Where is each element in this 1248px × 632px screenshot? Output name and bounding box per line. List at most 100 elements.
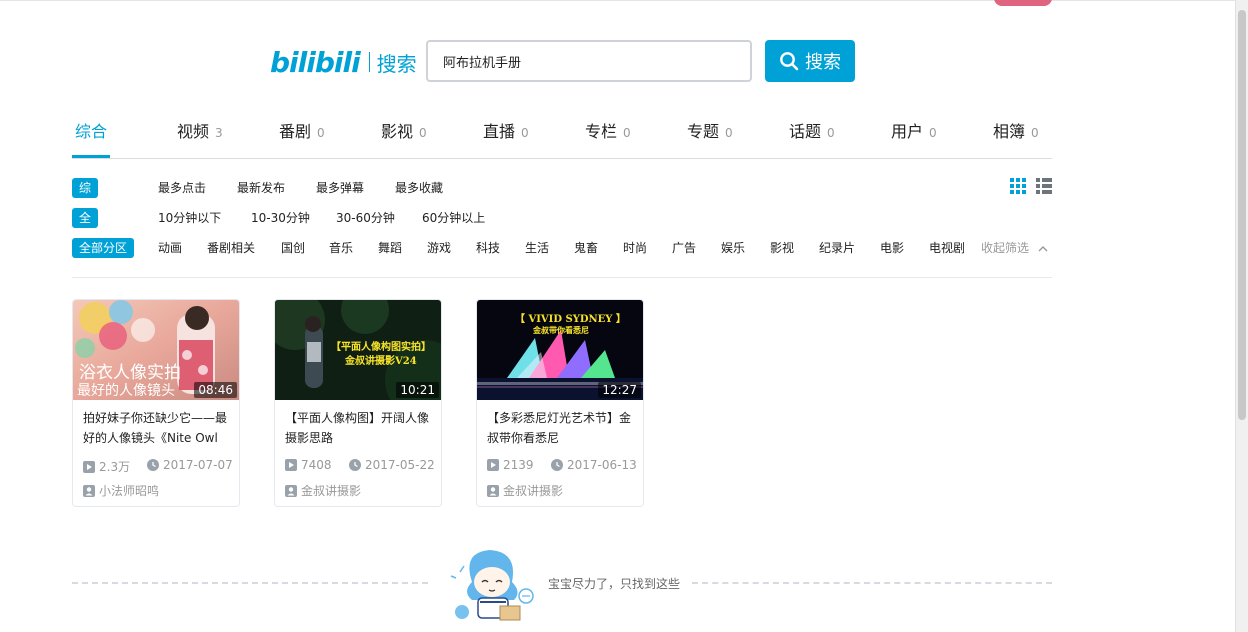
- video-card[interactable]: 浴衣人像实拍 最好的人像镜头 08:46 拍好妹子你还缺少它——最好的人像镜头《…: [72, 299, 240, 507]
- tab-label: 专题: [687, 122, 720, 141]
- filter-option[interactable]: 时尚: [623, 238, 647, 258]
- grid-view-icon[interactable]: [1010, 178, 1026, 194]
- tab-count: 0: [623, 126, 631, 140]
- filter-option[interactable]: 舞蹈: [378, 238, 402, 258]
- filter-option[interactable]: 娱乐: [721, 238, 745, 258]
- tab-label: 影视: [381, 122, 414, 141]
- filter-duration-active[interactable]: 全部时长: [72, 208, 99, 285]
- filter-option[interactable]: 鬼畜: [574, 238, 598, 258]
- tab-album[interactable]: 相簿 0: [993, 118, 1039, 142]
- filter-option[interactable]: 最多弹幕: [316, 178, 364, 198]
- filter-option[interactable]: 番剧相关: [207, 238, 255, 258]
- tab-topic[interactable]: 话题 0: [789, 118, 835, 142]
- filter-option[interactable]: 纪录片: [819, 238, 855, 258]
- logo-text: bilibili: [270, 45, 361, 79]
- tab-video[interactable]: 视频 3: [177, 118, 223, 142]
- filter-option[interactable]: 10-30分钟: [251, 208, 310, 228]
- video-title[interactable]: 【平面人像构图】开阔人像摄影思路: [285, 408, 435, 448]
- tab-live[interactable]: 直播 0: [483, 118, 529, 142]
- end-divider-left: [72, 582, 428, 584]
- filter-option[interactable]: 30-60分钟: [336, 208, 395, 228]
- filter-option[interactable]: 国创: [281, 238, 305, 258]
- upload-date: 2017-06-13: [551, 458, 637, 472]
- tab-all[interactable]: 综合: [75, 118, 107, 142]
- filter-option[interactable]: 动画: [158, 238, 182, 258]
- video-title[interactable]: 拍好妹子你还缺少它——最好的人像镜头《Nite Owl: [83, 408, 233, 448]
- user-icon: [285, 484, 297, 497]
- filter-order-active[interactable]: 综合排序: [72, 178, 99, 255]
- video-thumbnail[interactable]: 浴衣人像实拍 最好的人像镜头 08:46: [73, 300, 239, 400]
- video-thumbnail[interactable]: 【平面人像构图实拍】 金叔讲摄影V24 10:21: [275, 300, 441, 400]
- filter-option[interactable]: 60分钟以上: [422, 208, 485, 228]
- video-card[interactable]: 【 VIVID SYDNEY 】 金叔带你看悉尼 12:27 【多彩悉尼灯光艺术…: [476, 299, 644, 507]
- upload-date-value: 2017-07-07: [163, 458, 233, 472]
- upload-date: 2017-05-22: [349, 458, 435, 472]
- video-title[interactable]: 【多彩悉尼灯光艺术节】金叔带你看悉尼: [487, 408, 637, 448]
- upload-date-value: 2017-06-13: [567, 458, 637, 472]
- tab-special[interactable]: 专题 0: [687, 118, 733, 142]
- tab-label: 用户: [891, 122, 924, 141]
- collapse-filter-button[interactable]: 收起筛选: [981, 238, 1049, 258]
- video-card[interactable]: 【平面人像构图实拍】 金叔讲摄影V24 10:21 【平面人像构图】开阔人像摄影…: [274, 299, 442, 507]
- list-view-icon[interactable]: [1036, 178, 1052, 194]
- filter-option[interactable]: 广告: [672, 238, 696, 258]
- uploader[interactable]: 金叔讲摄影: [285, 482, 361, 499]
- filter-option[interactable]: 电视剧: [929, 238, 965, 258]
- search-input[interactable]: [428, 42, 750, 80]
- uploader[interactable]: 金叔讲摄影: [487, 482, 563, 499]
- filter-option[interactable]: 电影: [880, 238, 904, 258]
- thumbnail-text-line2: 金叔带你看悉尼: [532, 325, 589, 335]
- tab-label: 直播: [483, 122, 516, 141]
- video-thumbnail[interactable]: 【 VIVID SYDNEY 】 金叔带你看悉尼 12:27: [477, 300, 643, 400]
- upload-date-value: 2017-05-22: [365, 458, 435, 472]
- thumbnail-text-line2: 最好的人像镜头: [77, 383, 175, 399]
- play-icon: [285, 459, 297, 471]
- filter-option[interactable]: 生活: [525, 238, 549, 258]
- chevron-up-icon: [1038, 245, 1048, 251]
- filter-option[interactable]: 最多点击: [158, 178, 206, 198]
- search-tabs: 综合 视频 3 番剧 0 影视 0 直播 0 专栏 0 专题 0 话题 0 用户 0 相簿 0: [72, 110, 1052, 159]
- search-button[interactable]: 搜索: [765, 40, 855, 82]
- filter-divider: [72, 277, 1052, 278]
- filter-option[interactable]: 影视: [770, 238, 794, 258]
- mascot-22-illustration: [450, 550, 534, 621]
- filter-option[interactable]: 10分钟以下: [158, 208, 221, 228]
- scrollbar-thumb[interactable]: [1238, 10, 1246, 420]
- uploader-name: 小法师昭鸣: [99, 484, 160, 498]
- clock-icon: [551, 459, 563, 471]
- end-of-results-text: 宝宝尽力了，只找到这些: [548, 577, 681, 591]
- play-count-value: 2139: [503, 458, 534, 472]
- scrollbar[interactable]: [1235, 0, 1248, 632]
- video-duration: 08:46: [194, 382, 237, 398]
- header-upload-button[interactable]: [994, 0, 1052, 6]
- tab-article[interactable]: 专栏 0: [585, 118, 631, 142]
- tab-bangumi[interactable]: 番剧 0: [279, 118, 325, 142]
- filter-option[interactable]: 最多收藏: [395, 178, 443, 198]
- tab-count: 0: [1031, 126, 1039, 140]
- tab-movie[interactable]: 影视 0: [381, 118, 427, 142]
- clock-icon: [147, 459, 159, 471]
- uploader[interactable]: 小法师昭鸣: [83, 482, 159, 499]
- play-count-value: 2.3万: [99, 460, 131, 474]
- tab-label: 专栏: [585, 122, 618, 141]
- filter-option[interactable]: 科技: [476, 238, 500, 258]
- thumbnail-text-line2: 金叔讲摄影V24: [344, 354, 417, 367]
- tab-label: 视频: [177, 122, 210, 141]
- collapse-filter-label: 收起筛选: [981, 241, 1030, 255]
- search-box[interactable]: [426, 40, 752, 82]
- play-count-value: 7408: [301, 458, 332, 472]
- filter-option[interactable]: 音乐: [329, 238, 353, 258]
- filter-zone-active[interactable]: 全部分区: [72, 238, 135, 258]
- tab-label: 相簿: [993, 122, 1026, 141]
- thumbnail-text-line1: 浴衣人像实拍: [79, 363, 181, 383]
- play-count: 7408: [285, 458, 332, 472]
- tab-user[interactable]: 用户 0: [891, 118, 937, 142]
- play-count: 2.3万: [83, 458, 130, 475]
- uploader-name: 金叔讲摄影: [503, 484, 564, 498]
- search-icon: [780, 52, 799, 71]
- tab-count: 0: [419, 126, 427, 140]
- filter-option[interactable]: 游戏: [427, 238, 451, 258]
- filter-option[interactable]: 最新发布: [237, 178, 285, 198]
- play-count: 2139: [487, 458, 534, 472]
- bilibili-logo[interactable]: bilibili 搜索: [270, 44, 417, 80]
